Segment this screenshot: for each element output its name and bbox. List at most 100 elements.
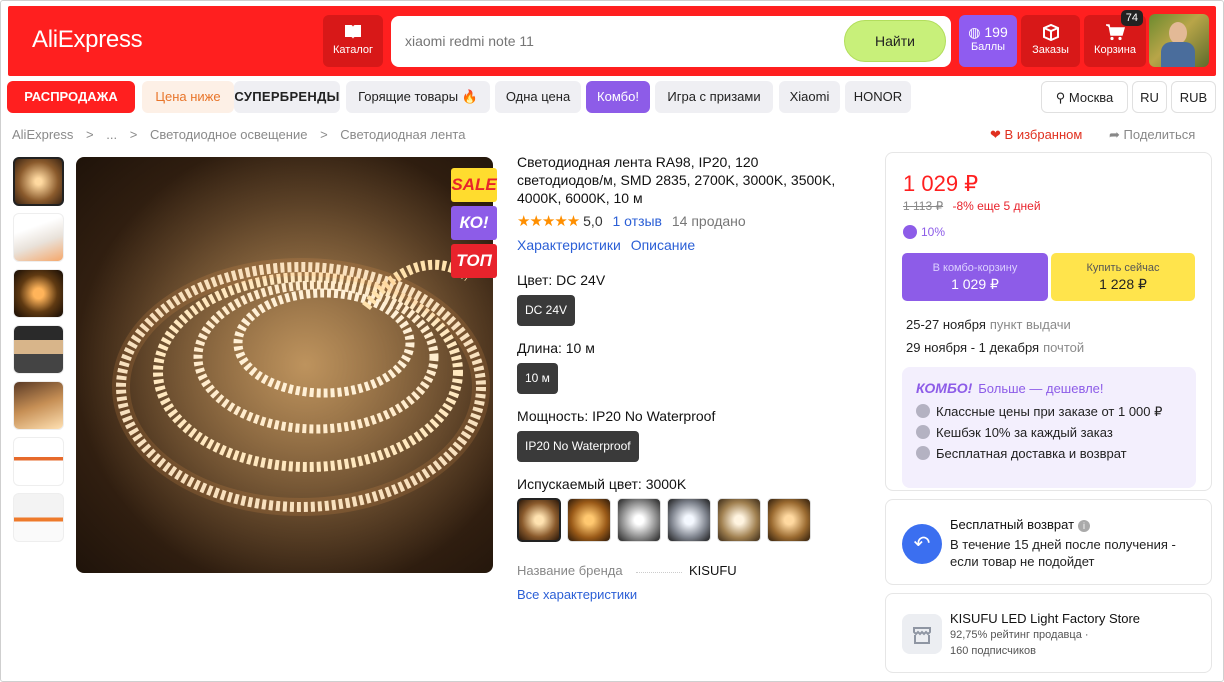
points-button[interactable]: ◍ 199 Баллы bbox=[959, 15, 1017, 67]
return-title: Бесплатный возврат i bbox=[950, 517, 1091, 532]
product-main-image[interactable] bbox=[76, 157, 493, 573]
rating-stars: ★★★★★ bbox=[517, 213, 580, 230]
chip-xiaomi[interactable]: Xiaomi bbox=[779, 81, 840, 113]
search-bar: Найти bbox=[391, 16, 951, 67]
share-label: Поделиться bbox=[1123, 127, 1196, 142]
breadcrumb-item[interactable]: Светодиодная лента bbox=[340, 127, 465, 142]
discount-text: -8% еще 5 дней bbox=[952, 199, 1041, 213]
length-option[interactable]: 10 м bbox=[517, 363, 558, 394]
buy-now-button[interactable]: Купить сейчас 1 228 ₽ bbox=[1051, 253, 1195, 301]
free-return-box: ↶ Бесплатный возврат i В течение 15 дней … bbox=[885, 499, 1212, 585]
city-selector[interactable]: ⚲ Москва bbox=[1041, 81, 1128, 113]
chip-hot-goods[interactable]: Горящие товары 🔥 bbox=[346, 81, 490, 113]
thumbnail[interactable] bbox=[13, 437, 64, 486]
thumbnail[interactable] bbox=[13, 269, 64, 318]
box-icon bbox=[1042, 23, 1059, 41]
thumbnail[interactable] bbox=[13, 213, 64, 262]
thumbnail[interactable] bbox=[13, 493, 64, 542]
chip-combo[interactable]: Комбо! bbox=[586, 81, 650, 113]
combo-promo-text: Больше — дешевле! bbox=[978, 381, 1104, 396]
promo-row: Классные цены при заказе от 1 000 ₽ bbox=[916, 404, 1162, 420]
top-sticker: ТОП bbox=[451, 244, 497, 278]
favorite-button[interactable]: ❤ В избранном bbox=[990, 127, 1082, 143]
catalog-button[interactable]: Каталог bbox=[323, 15, 383, 67]
store-name[interactable]: KISUFU LED Light Factory Store bbox=[950, 611, 1140, 626]
swatch-option[interactable] bbox=[717, 498, 761, 542]
truck-icon bbox=[916, 446, 930, 460]
language-selector[interactable]: RU bbox=[1132, 81, 1167, 113]
orders-button[interactable]: Заказы bbox=[1021, 15, 1080, 67]
chip-honor[interactable]: HONOR bbox=[845, 81, 911, 113]
delivery-type: почтой bbox=[1043, 340, 1085, 355]
promo-stickers: SALE КО! ТОП bbox=[451, 168, 497, 282]
aliexpress-logo[interactable]: AliExpress bbox=[32, 26, 143, 54]
length-option-label: Длина: 10 м bbox=[517, 340, 595, 356]
catalog-label: Каталог bbox=[333, 44, 373, 56]
combo-logo: КОМБО! bbox=[916, 380, 973, 396]
breadcrumb-item[interactable]: AliExpress bbox=[12, 127, 73, 142]
chip-lower-price[interactable]: Цена ниже bbox=[142, 81, 234, 113]
search-input[interactable] bbox=[405, 30, 825, 52]
currency-selector[interactable]: RUB bbox=[1171, 81, 1216, 113]
breadcrumb-separator: > bbox=[129, 127, 138, 142]
rating-value: 5,0 bbox=[583, 213, 603, 229]
breadcrumb-separator: > bbox=[86, 127, 94, 142]
swatch-option[interactable] bbox=[617, 498, 661, 542]
sale-sticker: SALE bbox=[451, 168, 497, 202]
share-button[interactable]: ➦ Поделиться bbox=[1109, 127, 1195, 143]
points-icon: ◍ bbox=[968, 24, 981, 40]
share-icon: ➦ bbox=[1109, 127, 1120, 142]
combo-promo-box[interactable]: КОМБО! Больше — дешевле! Классные цены пр… bbox=[902, 367, 1196, 488]
all-specs-link[interactable]: Все характеристики bbox=[517, 587, 637, 602]
promo-row-text: Бесплатная доставка и возврат bbox=[936, 446, 1127, 461]
specs-link[interactable]: Характеристики bbox=[517, 237, 621, 253]
search-button[interactable]: Найти bbox=[844, 20, 946, 62]
info-icon[interactable]: i bbox=[1078, 520, 1091, 532]
led-strip-illustration bbox=[76, 157, 493, 573]
power-option[interactable]: IP20 No Waterproof bbox=[517, 431, 639, 462]
thumbnail-list bbox=[13, 157, 67, 549]
chip-sale[interactable]: РАСПРОДАЖА 11.11 bbox=[7, 81, 135, 136]
promo-nav: РАСПРОДАЖА 11.11 Цена ниже СУПЕРБРЕНДЫ Г… bbox=[7, 81, 1217, 136]
delivery-type: пункт выдачи bbox=[989, 317, 1071, 332]
cashback-value: 10% bbox=[921, 225, 946, 239]
chip-superbrands[interactable]: СУПЕРБРЕНДЫ bbox=[234, 81, 340, 113]
combo-promo-heading: КОМБО! Больше — дешевле! bbox=[916, 380, 1104, 396]
attr-divider bbox=[636, 572, 682, 573]
store-box[interactable]: KISUFU LED Light Factory Store 92,75% ре… bbox=[885, 593, 1212, 673]
thumbnail[interactable] bbox=[13, 325, 64, 374]
thumbnail[interactable] bbox=[13, 381, 64, 430]
return-title-text: Бесплатный возврат bbox=[950, 517, 1075, 532]
color-option[interactable]: DC 24V bbox=[517, 295, 576, 326]
breadcrumb-item[interactable]: Светодиодное освещение bbox=[150, 127, 308, 142]
cashback-icon bbox=[903, 225, 917, 239]
rating-row: ★★★★★ 5,0 1 отзыв 14 продано bbox=[517, 212, 746, 230]
favorite-label: В избранном bbox=[1004, 127, 1083, 142]
thumbnail[interactable] bbox=[13, 157, 64, 206]
chip-one-price[interactable]: Одна цена bbox=[495, 81, 581, 113]
plus-circle-icon bbox=[916, 425, 930, 439]
delivery-date: 25-27 ноября bbox=[906, 317, 986, 332]
fire-icon bbox=[916, 404, 930, 418]
breadcrumb-item[interactable]: ... bbox=[106, 127, 117, 142]
combo-button-price: 1 029 ₽ bbox=[951, 276, 999, 292]
emit-color-label: Испускаемый цвет: 3000K bbox=[517, 476, 687, 492]
add-to-combo-button[interactable]: В комбо-корзину 1 029 ₽ bbox=[902, 253, 1048, 301]
points-label: Баллы bbox=[970, 41, 1006, 53]
delivery-option-pickup: 25-27 ноября пункт выдачи bbox=[906, 317, 1071, 332]
reviews-link[interactable]: 1 отзыв bbox=[613, 213, 663, 229]
description-link[interactable]: Описание bbox=[631, 237, 695, 253]
cart-button[interactable]: 74 Корзина bbox=[1084, 10, 1146, 67]
swatch-option[interactable] bbox=[667, 498, 711, 542]
chip-prize-game[interactable]: Игра с призами bbox=[655, 81, 773, 113]
swatch-option[interactable] bbox=[767, 498, 811, 542]
cart-count-badge: 74 bbox=[1120, 10, 1143, 26]
product-links: Характеристики Описание bbox=[517, 237, 701, 253]
buy-panel: 1 029 ₽ 1 113 ₽ -8% еще 5 дней 10% В ком… bbox=[885, 152, 1212, 491]
combo-sticker: КО! bbox=[451, 206, 497, 240]
swatch-option[interactable] bbox=[567, 498, 611, 542]
swatch-option[interactable] bbox=[517, 498, 561, 542]
color-option-label: Цвет: DC 24V bbox=[517, 272, 606, 288]
user-avatar[interactable] bbox=[1149, 14, 1209, 67]
sold-count: 14 продано bbox=[671, 213, 746, 229]
